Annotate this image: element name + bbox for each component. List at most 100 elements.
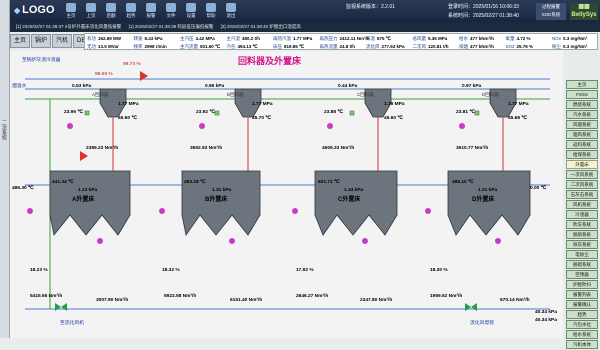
kpi-value: 5.36 MPa <box>428 36 448 41</box>
tab-turbine[interactable]: 汽机 <box>52 34 73 48</box>
toolbar-next-button[interactable]: 后翻 <box>102 2 120 21</box>
menu-item[interactable]: 脱硫系统 <box>566 260 598 269</box>
pct-d: 18.30 % <box>430 268 448 273</box>
kpi-label: 二次风 <box>412 44 427 49</box>
menu-item[interactable]: 冷渣器 <box>566 210 598 219</box>
right-label: 流化风母管 <box>470 321 494 326</box>
menu-item[interactable]: 一次风系统 <box>566 170 598 179</box>
seal-label-c: C回料器 <box>357 92 374 97</box>
tab-boiler[interactable]: 锅炉 <box>31 34 52 48</box>
kpi-cell: 转速 8.43 kPa <box>134 35 163 42</box>
menu-item[interactable]: 石灰石系统 <box>566 190 598 199</box>
menu-item[interactable]: 汽机本体 <box>566 340 598 349</box>
menu-item[interactable]: 汽水系统 <box>566 110 598 119</box>
process-alarm-button[interactable]: 过程报警 SOE系统 <box>536 3 566 20</box>
flow-percent-1: 99.74 % <box>123 62 141 67</box>
bed-temp-reading-c: 601.71 ℃ <box>318 180 340 185</box>
kpi-cell: 再热汽温 1.77 MPa <box>273 35 312 42</box>
menu-item[interactable]: 给煤系统 <box>566 150 598 159</box>
outlet-pressure-2: 40.34 kPa <box>535 318 557 323</box>
kpi-label: 主汽压 <box>180 36 194 41</box>
login-time: 登录时间：2025/01/16 10:06:33 <box>448 4 519 10</box>
menu-item[interactable]: 燃烧系统 <box>566 100 598 109</box>
alarm-ticker[interactable]: [1] 2025/02/27 01:38:37 2号炉外置床流化风量低报警 [1… <box>10 22 600 32</box>
kpi-label: 再热流量 <box>319 44 338 49</box>
menu-item[interactable]: 二次风系统 <box>566 180 598 189</box>
kpi-cell: 流化风 277.63 kPa <box>366 43 405 50</box>
kpi-value: 501.60 ℃ <box>200 44 221 49</box>
recirc-pressure-a: 0.53 kPa <box>72 84 92 89</box>
seal-label-b: B回料器 <box>227 92 244 97</box>
menu-item[interactable]: 外置床 <box>566 160 598 169</box>
bottom-label: 至流化风机 <box>60 321 84 326</box>
vertical-side-tab[interactable]: 二次系统 <box>0 0 10 338</box>
menu-item[interactable]: 返料系统 <box>566 140 598 149</box>
kpi-value: 2998 r/min <box>144 44 167 49</box>
toolbar-settings-button[interactable]: 设置 <box>182 2 200 21</box>
flow-percent-2: 99.69 % <box>95 72 113 77</box>
kpi-value: 120.81 t/h <box>428 44 449 49</box>
toolbar-alarm-button[interactable]: 报警 <box>142 2 160 21</box>
menu-item[interactable]: 吹灰系统 <box>566 220 598 229</box>
menu-item[interactable]: 汽包水位 <box>566 320 598 329</box>
menu-item[interactable]: 主页 <box>566 80 598 89</box>
kpi-cell: 频率 2998 r/min <box>134 43 167 50</box>
menu-item[interactable]: 烟风系统 <box>566 130 598 139</box>
bed-name-c: C外置床 <box>338 197 361 203</box>
bed-pressure-d: 1.31 kPa <box>478 188 498 193</box>
toolbar-prev-button[interactable]: 上页 <box>82 2 100 21</box>
menu-item[interactable]: 风机系统 <box>566 200 598 209</box>
menu-item[interactable]: 炉膛吹扫 <box>566 280 598 289</box>
toolbar-file-button[interactable]: 文件 <box>162 2 180 21</box>
low-flow-2: 3007.90 Nm³/h <box>96 298 129 303</box>
low-flow-3: 5922.58 Nm³/h <box>164 294 197 299</box>
kpi-value: 480.2 t/h <box>242 36 261 41</box>
toolbar-trend-button[interactable]: 趋势 <box>122 2 140 21</box>
menu-item[interactable]: 报警列表 <box>566 290 598 299</box>
kpi-value: 8.43 kPa <box>144 36 163 41</box>
bed-temp-a: 45.60 ℃ <box>118 116 137 121</box>
kpi-cell: 再热压力 2412.11 Nm³/h <box>320 35 370 42</box>
bed-pressure-c: 1.34 kPa <box>344 188 364 193</box>
bed-pressure-a: 1.13 kPa <box>78 188 98 193</box>
alarm-icon <box>146 3 156 12</box>
kpi-label: 再热汽温 <box>273 36 291 41</box>
kpi-banner: 有功 162.69 MW 转速 8.43 kPa 主汽压 4.42 MPa 主汽温 480.2… <box>84 33 598 50</box>
toolbar-home-button[interactable]: 主页 <box>62 2 80 21</box>
kpi-cell: 无功 13.5 MVar <box>87 43 119 50</box>
kpi-label: 无功 <box>87 44 96 49</box>
kpi-cell: SO2 25.76 % <box>506 43 534 50</box>
kpi-label: 总风量 <box>412 36 427 41</box>
air-flow-d: 3610.77 Nm³/h <box>456 146 489 151</box>
brand-seal-icon: ▩▩ <box>578 4 590 10</box>
tab-main[interactable]: 主页 <box>10 34 31 48</box>
menu-item[interactable]: FSSS <box>566 90 598 99</box>
kpi-cell: 总风量 5.36 MPa <box>413 35 448 42</box>
menu-item[interactable]: 趋势 <box>566 310 598 319</box>
menu-item[interactable]: 报警确认 <box>566 300 598 309</box>
menu-item[interactable]: 电除尘 <box>566 250 598 259</box>
temp-b: 23.92 ℃ <box>196 110 215 115</box>
help-icon <box>206 3 216 12</box>
menu-item[interactable]: 除灰系统 <box>566 240 598 249</box>
alarm-item: [1] 2025/02/27 01:38:37 2号炉外置床流化风量低报警 <box>16 24 122 29</box>
logo: ◆ LOGO <box>14 4 55 16</box>
menu-item[interactable]: 风烟系统 <box>566 120 598 129</box>
low-flow-8: 670.14 Nm³/h <box>500 298 530 303</box>
kpi-label: 有功 <box>87 36 96 41</box>
menu-item[interactable]: 脱硝系统 <box>566 230 598 239</box>
toolbar-exit-button[interactable]: 退出 <box>222 2 240 21</box>
toolbar-help-button[interactable]: 帮助 <box>202 2 220 21</box>
recirc-pressure-d: 0.97 kPa <box>462 84 482 89</box>
kpi-label: 再热压力 <box>319 36 338 41</box>
menu-item[interactable]: 空预器 <box>566 270 598 279</box>
kpi-value: 494.13 ℃ <box>237 44 258 49</box>
kpi-label: 床温 <box>366 36 375 41</box>
bed-temp-reading-b: 493.19 ℃ <box>184 180 206 185</box>
kpi-cell: 再热流量 24.8 t/h <box>320 43 356 50</box>
bed-name-a: A外置床 <box>72 197 95 203</box>
bed-temp-d: 45.68 ℃ <box>508 116 527 121</box>
side-tab-label: 二次系统 <box>1 120 7 140</box>
kpi-cell: 主汽压 4.42 MPa <box>180 35 215 42</box>
kpi-label: 床压 <box>273 44 282 49</box>
